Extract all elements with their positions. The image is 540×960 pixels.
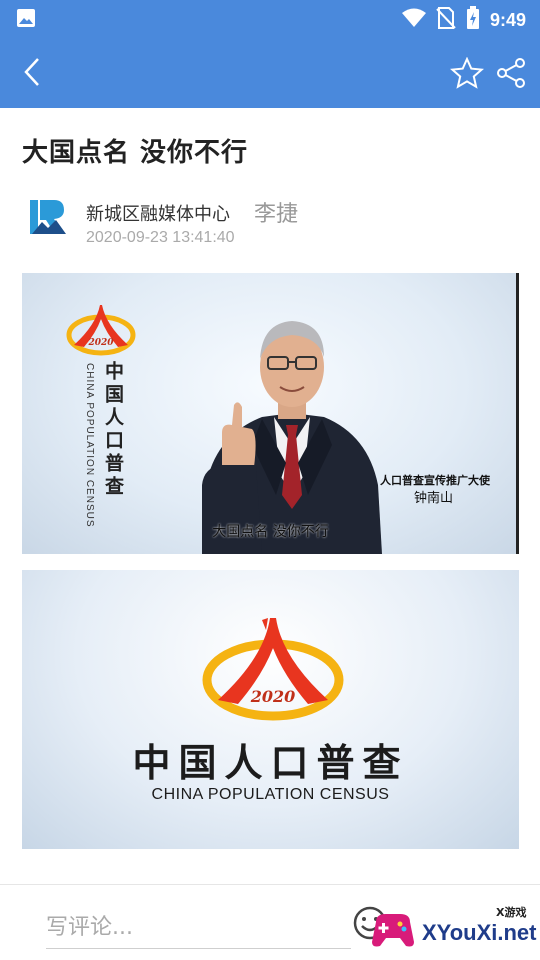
census-title-cn: 中国人口普查 — [132, 740, 409, 785]
battery-charging-icon — [466, 6, 480, 34]
share-button[interactable] — [492, 54, 530, 92]
watermark-top-text: X游戏 — [496, 906, 527, 919]
watermark-site: XYouXi.net — [422, 920, 537, 945]
article-image-1[interactable]: 2020 中国人口普查 CHINA POPULATION CENSUS 人口普查… — [22, 273, 519, 554]
census-logo-small: 2020 — [66, 305, 136, 356]
logo-year-small: 2020 — [87, 338, 114, 348]
star-outline-icon — [450, 57, 484, 89]
caption-role: 人口普查宣传推广大使 — [380, 474, 490, 487]
logo-year-large: 2020 — [250, 687, 296, 706]
no-sim-icon — [436, 7, 456, 33]
video-subtitle: 大国点名 没你不行 — [212, 524, 329, 540]
publish-time: 2020-09-23 13:41:40 — [86, 229, 235, 246]
source-logo — [28, 198, 68, 236]
census-title-en: CHINA POPULATION CENSUS — [151, 786, 390, 803]
app-bar — [0, 36, 540, 108]
clock: 9:49 — [489, 9, 526, 30]
article-title: 大国点名 没你不行 — [22, 138, 249, 168]
wifi-icon — [401, 8, 426, 32]
image-icon — [16, 8, 36, 32]
source-name[interactable]: 新城区融媒体中心 — [86, 200, 230, 226]
chevron-left-icon — [24, 58, 39, 86]
back-button[interactable] — [14, 54, 50, 90]
article-image-2[interactable]: 2020 中国人口普查 CHINA POPULATION CENSUS — [22, 570, 519, 849]
status-bar: 9:49 — [0, 0, 540, 36]
author-name: 李捷 — [254, 202, 299, 227]
census-logo-large: 2020 — [202, 618, 344, 721]
site-watermark: X游戏 XYouXi.net — [368, 900, 537, 956]
share-icon — [497, 58, 525, 88]
caption-name: 钟南山 — [414, 491, 454, 506]
gamepad-logo-icon — [372, 914, 414, 947]
vertical-census-en: CHINA POPULATION CENSUS — [84, 363, 95, 528]
image-edge — [516, 273, 519, 554]
favorite-button[interactable] — [448, 54, 486, 92]
vertical-census-title: 中国人口普查 — [102, 361, 124, 499]
comment-input[interactable]: 写评论... — [46, 905, 351, 949]
spokesperson-figure — [202, 321, 382, 554]
